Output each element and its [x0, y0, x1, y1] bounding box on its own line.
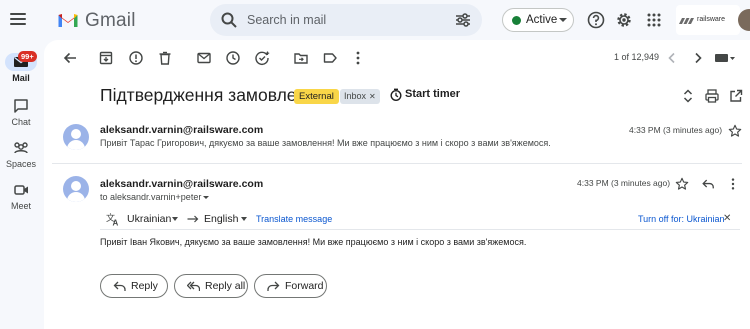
move-to-icon[interactable] — [293, 50, 309, 66]
inbox-label-text: Inbox — [344, 91, 367, 101]
forward-label: Forward — [285, 280, 324, 292]
chevron-down-icon — [559, 18, 567, 22]
rail-item-mail[interactable]: 99+ Mail — [0, 40, 42, 86]
inbox-label: Inbox ✕ — [340, 89, 380, 104]
top-bar: Gmail Active — [0, 0, 750, 40]
expand-all-icon[interactable] — [680, 88, 696, 104]
rail-item-label: Spaces — [5, 159, 37, 169]
reply-label: Reply — [131, 280, 158, 292]
spaces-icon — [14, 142, 28, 154]
app-name: Gmail — [85, 10, 136, 31]
add-task-icon[interactable] — [254, 50, 270, 66]
external-label: External — [294, 89, 339, 104]
settings-gear-icon[interactable] — [615, 11, 633, 29]
print-icon[interactable] — [704, 88, 720, 104]
more-vert-icon[interactable] — [726, 177, 740, 191]
message-subject: Підтвердження замовлення — [100, 85, 326, 105]
label-icon[interactable] — [322, 50, 338, 66]
timer-icon — [390, 88, 402, 102]
main-menu-button[interactable] — [10, 11, 26, 27]
chevron-left-icon[interactable] — [664, 50, 680, 66]
chat-icon — [14, 99, 28, 113]
reply-button[interactable]: Reply — [100, 274, 168, 298]
apps-grid-icon[interactable] — [645, 11, 663, 29]
org-logo-text: railsware — [697, 16, 726, 23]
rail-item-label: Chat — [11, 117, 31, 127]
mark-unread-icon[interactable] — [196, 50, 212, 66]
open-in-new-window-icon[interactable] — [728, 88, 744, 104]
sender-email[interactable]: aleksandr.varnin@railsware.com — [100, 124, 263, 136]
search-icon[interactable] — [220, 11, 238, 29]
back-icon[interactable] — [62, 50, 78, 66]
account-org-badge[interactable]: railsware — [676, 5, 740, 35]
delete-icon[interactable] — [157, 50, 173, 66]
sender-avatar — [63, 176, 89, 202]
search-input[interactable] — [247, 10, 447, 30]
help-icon[interactable] — [587, 11, 605, 29]
translate-bar: 文 A Ukrainian English Translate message … — [100, 208, 740, 230]
reply-icon[interactable] — [701, 177, 715, 191]
status-dot — [512, 16, 521, 25]
rail-item-spaces[interactable]: Spaces — [0, 138, 42, 172]
turn-off-translation-link[interactable]: Turn off for: Ukrainian — [638, 214, 725, 224]
message-time: 4:33 PM (3 minutes ago) — [577, 178, 671, 188]
forward-icon — [267, 281, 280, 291]
target-language-select[interactable]: English — [204, 213, 238, 225]
reply-all-label: Reply all — [205, 280, 246, 292]
start-timer-label: Start timer — [405, 88, 461, 100]
message-time: 4:33 PM (3 minutes ago) — [629, 125, 723, 135]
reply-icon — [113, 281, 126, 291]
report-spam-icon[interactable] — [128, 50, 144, 66]
close-icon[interactable]: ✕ — [723, 213, 731, 224]
search-bar — [210, 4, 482, 36]
chevron-right-icon[interactable] — [690, 50, 706, 66]
sender-email[interactable]: aleksandr.varnin@railsware.com — [100, 178, 263, 190]
rail-item-meet[interactable]: Meet — [0, 180, 42, 214]
gmail-logo-icon — [58, 14, 78, 27]
message-body: Привіт Іван Якович, дякуємо за ваше замо… — [100, 237, 527, 247]
translate-icon: 文 A — [106, 212, 119, 227]
video-camera-icon — [14, 185, 28, 195]
reply-all-icon — [187, 281, 200, 291]
remove-label-close-icon[interactable]: ✕ — [369, 92, 376, 101]
reply-all-button[interactable]: Reply all — [174, 274, 248, 298]
recipients-text: to aleksandr.varnin+peter — [100, 192, 202, 202]
status-selector[interactable]: Active — [502, 8, 574, 32]
snooze-icon[interactable] — [225, 50, 241, 66]
rail-item-label: Meet — [10, 201, 31, 211]
recipients-dropdown[interactable]: to aleksandr.varnin+peter — [100, 192, 210, 202]
star-icon[interactable] — [675, 177, 689, 191]
star-icon[interactable] — [728, 124, 742, 138]
chevron-down-icon — [241, 217, 247, 221]
svg-text:A: A — [113, 219, 119, 227]
search-options-icon[interactable] — [455, 12, 471, 28]
message-panel: 1 of 12,949 Підтвердження замовлення Ext… — [44, 40, 750, 329]
source-language-select[interactable]: Ukrainian — [127, 213, 171, 225]
message-snippet[interactable]: Привіт Тарас Григорович, дякуємо за ваше… — [100, 138, 551, 148]
translate-message-link[interactable]: Translate message — [256, 214, 332, 224]
rail-item-label: Mail — [12, 73, 30, 83]
forward-button[interactable]: Forward — [254, 274, 327, 298]
message-divider — [52, 163, 742, 164]
chevron-down-icon — [172, 217, 178, 221]
sender-avatar — [63, 124, 89, 150]
chevron-down-icon — [203, 196, 210, 200]
more-vert-icon[interactable] — [350, 50, 366, 66]
pager-count: 1 of 12,949 — [614, 52, 660, 62]
hamburger-icon — [10, 13, 26, 15]
archive-icon[interactable] — [98, 50, 114, 66]
arrow-right-icon — [187, 215, 199, 223]
railsware-logo-icon — [679, 18, 694, 24]
unread-count-badge: 99+ — [18, 51, 37, 62]
rail-item-chat[interactable]: Chat — [0, 96, 42, 130]
keyboard-input-icon[interactable] — [714, 50, 736, 66]
status-label: Active — [526, 14, 558, 26]
